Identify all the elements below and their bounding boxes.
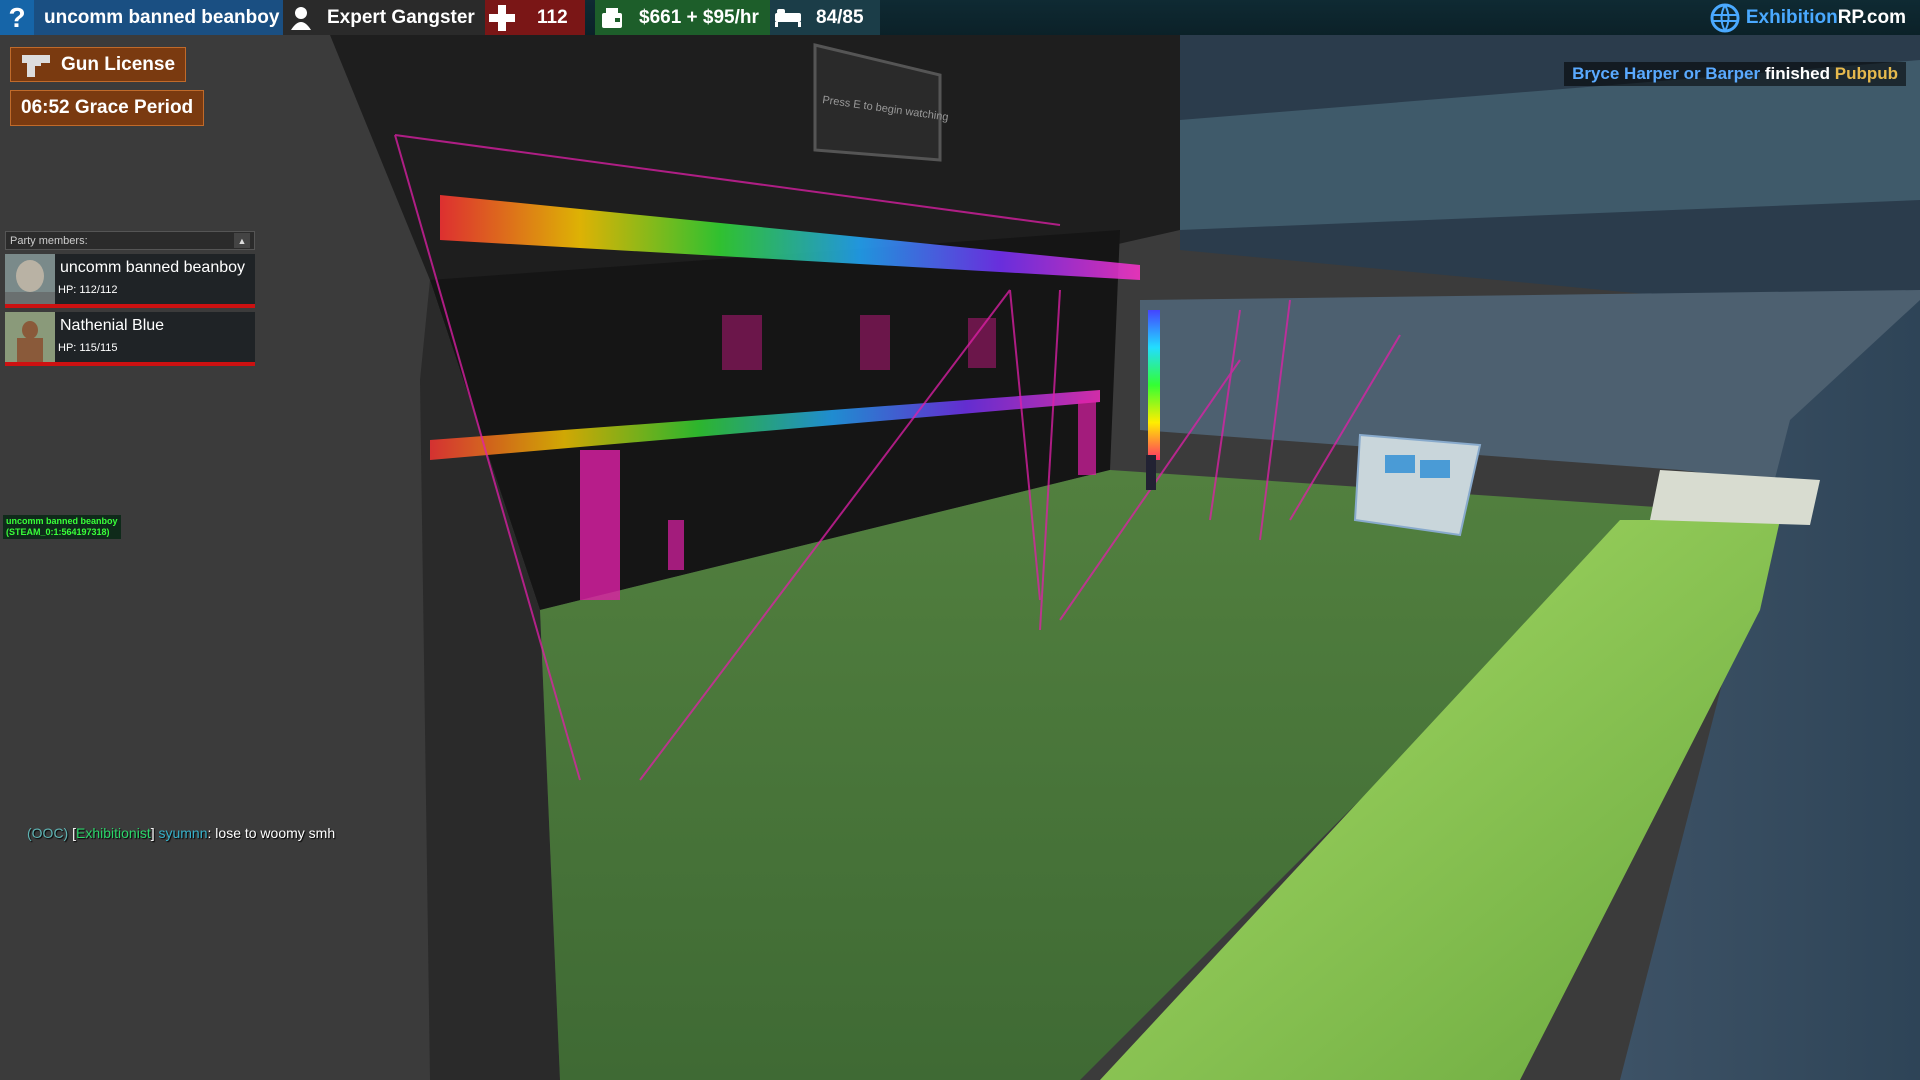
player-tag-steam-id: (STEAM_0:1:564197318): [6, 527, 110, 537]
armor-value: 84/85: [816, 6, 864, 28]
chat-message: (OOC) [Exhibitionist] syumnn: lose to wo…: [27, 825, 335, 841]
money-segment: $661 + $95/hr: [595, 0, 770, 35]
player-name-segment: ? uncomm banned beanboy: [0, 0, 283, 35]
player-tag-name: uncomm banned beanboy: [6, 516, 118, 526]
collapse-toggle-button[interactable]: ▲: [234, 233, 250, 248]
health-segment: 112: [485, 0, 585, 35]
party-member-name: Nathenial Blue: [60, 317, 165, 334]
party-header-label: Party members:: [10, 234, 88, 247]
pistol-icon: [21, 52, 53, 78]
job-title: Expert Gangster: [327, 6, 475, 28]
chat-text: : lose to woomy smh: [207, 825, 336, 841]
killfeed-target: Pubpub: [1834, 64, 1898, 83]
killfeed-entry: Bryce Harper or Barper finished Pubpub: [1564, 62, 1906, 86]
health-value: 112: [537, 6, 568, 28]
gun-license-badge: Gun License: [10, 47, 187, 82]
killfeed-verb: finished: [1764, 64, 1830, 83]
wallet-icon: [595, 0, 629, 35]
brand-name-blue: Exhibition: [1745, 6, 1838, 28]
job-segment: Expert Gangster: [283, 0, 485, 35]
grace-period-label: 06:52 Grace Period: [21, 97, 194, 118]
killfeed-actor: Bryce Harper or Barper: [1572, 64, 1761, 83]
armor-segment: 84/85: [770, 0, 880, 35]
player-name: uncomm banned beanboy: [44, 6, 280, 28]
party-panel: Party members: ▲ uncomm banned beanboy H…: [5, 231, 255, 366]
party-member[interactable]: Nathenial Blue HP: 115/115: [5, 312, 255, 366]
chat-bracket-close: ]: [150, 825, 155, 841]
globe-icon: [1710, 3, 1740, 33]
party-member-hp: HP: 112/112: [58, 284, 118, 296]
grace-period-badge: 06:52 Grace Period: [10, 90, 205, 126]
top-hud-bar: ? uncomm banned beanboy Expert Gangster …: [0, 0, 1920, 35]
money-value: $661 + $95/hr: [639, 6, 759, 28]
chat-player: syumnn: [158, 825, 208, 841]
server-brand: Exhibition RP.com: [1710, 0, 1906, 35]
question-icon[interactable]: ?: [0, 0, 34, 35]
party-member[interactable]: uncomm banned beanboy HP: 112/112: [5, 254, 255, 308]
chat-channel: (OOC): [27, 825, 69, 841]
bed-icon: [770, 0, 806, 35]
gun-license-label: Gun License: [61, 53, 176, 75]
avatar: [5, 312, 55, 362]
party-member-hp: HP: 115/115: [58, 342, 118, 354]
avatar: [5, 254, 55, 304]
party-member-name: uncomm banned beanboy: [60, 259, 246, 276]
plus-icon: [485, 0, 519, 35]
player-steam-tag: uncomm banned beanboy (STEAM_0:1:5641973…: [3, 515, 121, 539]
person-icon: [283, 0, 319, 35]
game-world-viewport: Press E to begin watching: [0, 0, 1920, 1080]
brand-name-white: RP.com: [1837, 6, 1906, 28]
chat-rank: Exhibitionist: [76, 825, 151, 841]
party-header: Party members: ▲: [5, 231, 255, 250]
